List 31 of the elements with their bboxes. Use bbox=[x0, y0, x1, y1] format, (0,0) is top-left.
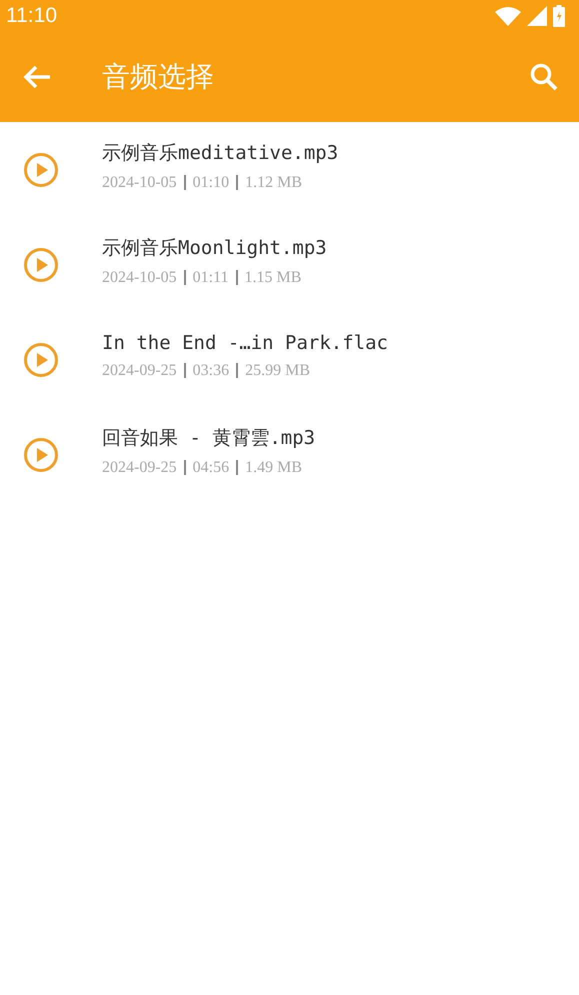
file-duration: 01:10 bbox=[192, 174, 230, 192]
signal-icon bbox=[527, 6, 547, 26]
file-name: 示例音乐Moonlight.mp3 bbox=[102, 236, 327, 260]
file-row[interactable]: 回音如果 - 黄霄雲.mp3 2024-09-25 04:56 1.49 MB bbox=[0, 407, 579, 502]
file-size: 1.12 MB bbox=[245, 174, 302, 192]
battery-icon bbox=[553, 5, 565, 27]
status-time: 11:10 bbox=[6, 4, 57, 28]
play-icon[interactable] bbox=[23, 246, 59, 282]
file-duration: 01:11 bbox=[192, 268, 229, 286]
file-name: 示例音乐meditative.mp3 bbox=[102, 140, 338, 166]
file-date: 2024-09-25 bbox=[102, 458, 177, 476]
file-name: 回音如果 - 黄霄雲.mp3 bbox=[102, 426, 316, 450]
file-row[interactable]: 示例音乐meditative.mp3 2024-10-05 01:10 1.12 MB bbox=[0, 122, 579, 217]
play-icon[interactable] bbox=[23, 342, 59, 378]
back-button[interactable] bbox=[22, 64, 52, 90]
file-row[interactable]: In the End -…in Park.flac 2024-09-25 03:36 25.99 MB bbox=[0, 312, 579, 407]
search-button[interactable] bbox=[529, 62, 559, 92]
file-date: 2024-09-25 bbox=[102, 362, 177, 380]
file-size: 1.49 MB bbox=[245, 458, 302, 476]
file-duration: 03:36 bbox=[192, 362, 230, 380]
wifi-icon bbox=[495, 6, 521, 26]
file-name: In the End -…in Park.flac bbox=[102, 332, 388, 354]
file-row[interactable]: 示例音乐Moonlight.mp3 2024-10-05 01:11 1.15 MB bbox=[0, 217, 579, 312]
file-size: 1.15 MB bbox=[244, 268, 302, 286]
file-date: 2024-10-05 bbox=[102, 268, 177, 286]
file-duration: 04:56 bbox=[192, 458, 230, 476]
file-size: 25.99 MB bbox=[245, 362, 310, 380]
play-icon[interactable] bbox=[23, 152, 59, 188]
play-icon[interactable] bbox=[23, 436, 59, 472]
toolbar-title: 音频选择 bbox=[102, 59, 215, 95]
file-date: 2024-10-05 bbox=[102, 174, 177, 192]
